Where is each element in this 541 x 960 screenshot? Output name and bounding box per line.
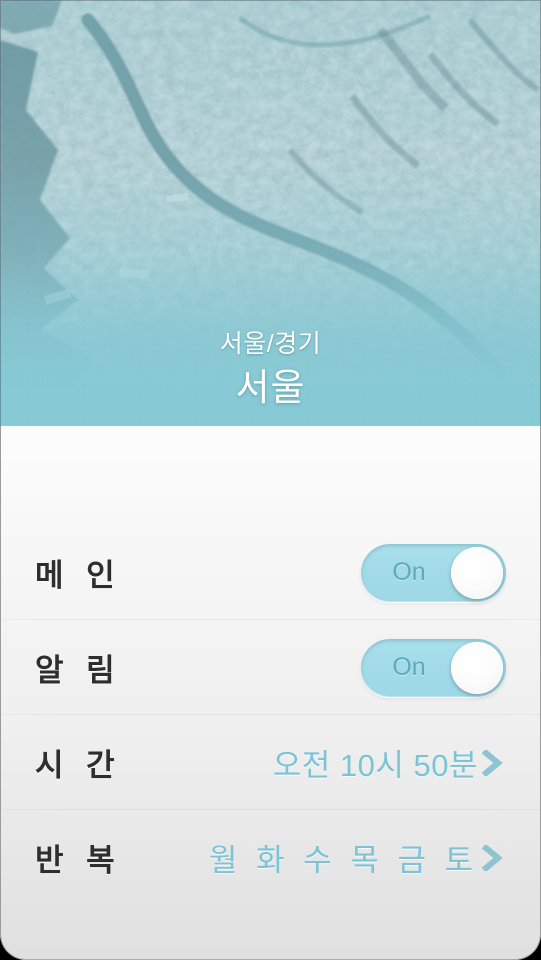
location-labels: 서울/경기 서울 [0, 329, 541, 410]
row-label-main: 메 인 [35, 558, 122, 593]
row-control-main: On [361, 543, 506, 602]
row-control-time[interactable]: 오전 10시 50분 [273, 740, 506, 785]
row-value-repeat: 월 화 수 목 금 토 [208, 843, 478, 878]
setting-row-alarm: 알 림 On [1, 620, 540, 715]
chevron-right-icon[interactable] [480, 748, 506, 778]
setting-row-time[interactable]: 시 간 오전 10시 50분 [1, 715, 540, 810]
settings-panel: 메 인 On 알 림 On 시 간 오전 10시 50분 반 복 월 화 수 목… [0, 426, 541, 960]
toggle-alarm[interactable]: On [361, 638, 506, 697]
app-screen: 서울/경기 서울 메 인 On 알 림 On 시 간 오전 10시 50분 반 … [0, 0, 541, 960]
toggle-main-state-label: On [392, 558, 426, 586]
row-control-repeat[interactable]: 월 화 수 목 금 토 [209, 835, 506, 880]
chevron-right-icon[interactable] [480, 843, 506, 873]
phone-frame: 서울/경기 서울 메 인 On 알 림 On 시 간 오전 10시 50분 반 … [0, 0, 541, 960]
toggle-main[interactable]: On [361, 543, 506, 602]
hero-map-header: 서울/경기 서울 [0, 0, 541, 426]
row-control-alarm: On [361, 638, 506, 697]
toggle-main-knob[interactable] [451, 546, 503, 599]
setting-row-repeat[interactable]: 반 복 월 화 수 목 금 토 [1, 810, 540, 905]
city-label: 서울 [235, 366, 306, 408]
row-label-time: 시 간 [35, 748, 122, 783]
setting-row-main: 메 인 On [1, 525, 540, 620]
toggle-alarm-knob[interactable] [451, 641, 503, 694]
row-label-alarm: 알 림 [35, 653, 122, 688]
row-value-time: 오전 10시 50분 [272, 748, 478, 783]
region-label: 서울/경기 [219, 330, 322, 359]
row-label-repeat: 반 복 [35, 843, 122, 878]
toggle-alarm-state-label: On [392, 653, 426, 681]
